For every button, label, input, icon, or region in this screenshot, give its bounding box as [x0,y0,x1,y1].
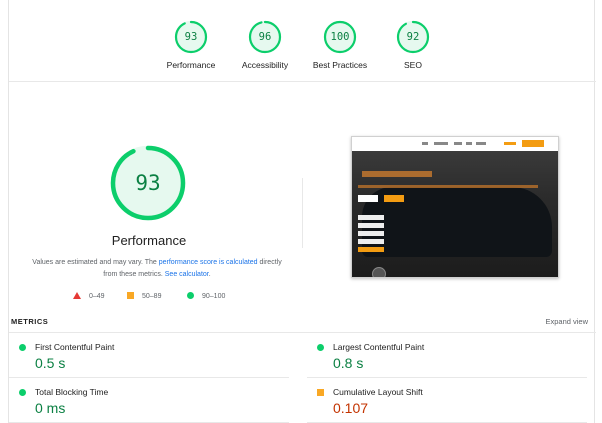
screenshot-nav-item [504,142,516,145]
performance-score: 93 [135,171,161,195]
screenshot-nav-item [466,142,472,145]
gauge-label: SEO [404,60,422,70]
circle-icon [187,292,194,299]
gauge-score: 92 [406,31,420,43]
metric-value: 0 ms [35,400,66,416]
performance-title: Performance [111,233,187,248]
square-icon [127,292,134,299]
screenshot-nav-item [434,142,448,145]
gauge-ring: 92 [396,20,430,54]
screenshot-nav-item [454,142,462,145]
gauge-label: Performance [166,60,216,70]
legend-average-label: 50–89 [142,293,162,300]
triangle-icon [73,292,81,299]
average-square-icon [317,389,324,396]
gauge-ring: 93 [174,20,208,54]
screenshot-hero-line [358,185,538,188]
score-calculated-link[interactable]: performance score is calculated [159,259,258,266]
screenshot-header [352,137,558,151]
screenshot-hero-heading [362,171,432,177]
legend-pass: 90–100 [187,292,225,300]
metric-largest-contentful-paint: Largest Contentful Paint 0.8 s [307,334,587,378]
pass-circle-icon [19,344,26,351]
gauge-label: Best Practices [312,60,368,70]
expand-view-toggle[interactable]: Expand view [545,317,588,326]
metric-name: Total Blocking Time [35,387,109,397]
gauge-ring: 100 [323,20,357,54]
score-note: Values are estimated and may vary. The p… [27,257,287,281]
legend-pass-label: 90–100 [202,293,226,300]
note-text: Values are estimated and may vary. The [32,259,159,266]
gauge-label: Accessibility [241,60,289,70]
metric-name: Cumulative Layout Shift [333,387,423,397]
metric-name: Largest Contentful Paint [333,342,425,352]
metric-value: 0.107 [333,400,369,416]
gauge-score: 93 [184,31,198,43]
report-frame: 93 Performance 96 Accessibility 100 Best… [8,0,596,423]
screenshot-hero-button [384,195,404,202]
gauge-score: 100 [330,31,350,43]
screenshot-hero [352,151,558,277]
performance-gauge: 93 [109,144,187,222]
metrics-header: METRICS Expand view [9,315,596,333]
screenshot-nav-item [476,142,486,145]
final-screenshot[interactable] [351,136,559,278]
metric-total-blocking-time: Total Blocking Time 0 ms [9,379,289,423]
screenshot-fab [372,267,386,277]
metric-name: First Contentful Paint [35,342,115,352]
screenshot-form [358,215,384,255]
pass-circle-icon [317,344,324,351]
divider [302,178,303,248]
gauge-accessibility[interactable]: 96 Accessibility [223,20,307,70]
legend-fail: 0–49 [73,292,105,300]
screenshot-hero-button [358,195,378,202]
metric-cumulative-layout-shift: Cumulative Layout Shift 0.107 [307,379,587,423]
gauge-best-practices[interactable]: 100 Best Practices [298,20,382,70]
performance-summary: 93 Performance Values are estimated and … [9,82,301,300]
legend-average: 50–89 [127,292,161,300]
metric-value: 0.8 s [333,355,364,371]
gauge-score: 96 [258,31,272,43]
gauge-seo[interactable]: 92 SEO [371,20,455,70]
note-text: . [208,271,211,278]
legend-fail-label: 0–49 [89,293,105,300]
screenshot-nav-button [522,140,544,147]
metric-first-contentful-paint: First Contentful Paint 0.5 s [9,334,289,378]
gauge-ring: 96 [248,20,282,54]
metrics-title: METRICS [11,317,49,326]
category-gauges: 93 Performance 96 Accessibility 100 Best… [9,0,596,82]
gauge-performance[interactable]: 93 Performance [149,20,233,70]
metric-value: 0.5 s [35,355,66,371]
see-calculator-link[interactable]: See calculator [165,271,209,278]
screenshot-nav-item [422,142,428,145]
pass-circle-icon [19,389,26,396]
